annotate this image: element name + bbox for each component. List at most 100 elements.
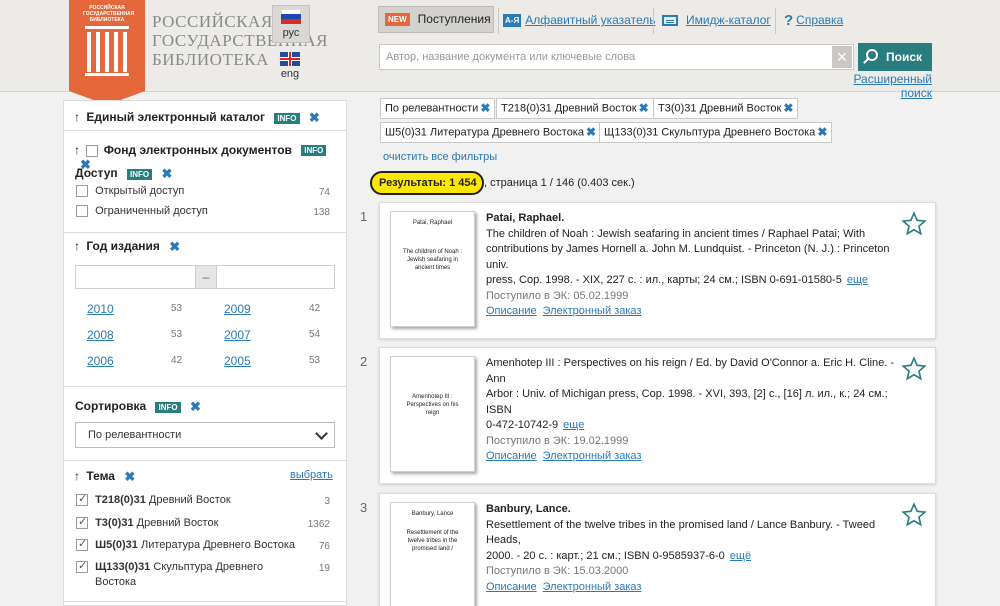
topic-option[interactable]: Т3(0)31 Древний Восток xyxy=(76,515,218,530)
nav-image-catalog[interactable]: Имидж-каталог xyxy=(662,9,771,31)
nav-az-label: Алфавитный указатель xyxy=(525,13,656,27)
star-icon[interactable] xyxy=(901,211,927,237)
star-icon[interactable] xyxy=(901,356,927,382)
az-icon: А-Я xyxy=(503,14,522,28)
year-title[interactable]: ↑ Год издания ✖ xyxy=(74,239,180,255)
more-link[interactable]: ещё xyxy=(730,550,751,562)
info-badge[interactable]: INFO xyxy=(155,401,181,413)
filter-chip-label: Т3(0)31 Древний Восток xyxy=(658,102,782,115)
lang-ru-button[interactable]: рус xyxy=(272,5,310,43)
access-open-option[interactable]: Открытый доступ xyxy=(76,185,184,198)
year-link[interactable]: 2010 xyxy=(87,302,114,316)
filter-chip[interactable]: По релевантности ✖ xyxy=(380,98,496,119)
filter-chip[interactable]: Щ133(0)31 Скульптура Древнего Востока ✖ xyxy=(599,122,833,143)
access-restricted-option[interactable]: Ограниченный доступ xyxy=(76,205,208,218)
results-page-info: , страница 1 / 146 (0.403 сек.) xyxy=(484,177,635,189)
close-icon[interactable]: ✖ xyxy=(190,399,201,415)
nav-new-arrivals[interactable]: NEW Поступления xyxy=(378,6,494,33)
year-to-input[interactable] xyxy=(216,265,335,289)
star-icon[interactable] xyxy=(901,502,927,528)
topic-choose-link[interactable]: выбрать xyxy=(290,469,333,481)
close-icon[interactable]: ✖ xyxy=(586,123,596,142)
access-open-checkbox[interactable] xyxy=(76,185,88,198)
book-cover-thumbnail[interactable]: Amenhotep III : Perspectives on his reig… xyxy=(390,356,475,472)
year-link[interactable]: 2007 xyxy=(224,328,251,342)
book-cover-thumbnail[interactable]: Banbury, Lance Resettlement of the twelv… xyxy=(390,502,475,606)
topic-label: Литература Древнего Востока xyxy=(140,539,296,551)
year-count: 54 xyxy=(309,329,321,340)
year-link[interactable]: 2006 xyxy=(87,354,114,368)
electronic-order-link[interactable]: Электронный заказ xyxy=(543,450,642,462)
result-description-line: Resettlement of the twelve tribes in the… xyxy=(486,518,876,547)
sidebar-divider xyxy=(64,601,346,602)
topic-code: Ш5(0)31 xyxy=(95,539,138,551)
close-icon[interactable]: ✖ xyxy=(817,123,827,142)
filter-chip[interactable]: Ш5(0)31 Литература Древнего Востока ✖ xyxy=(380,122,602,143)
close-icon[interactable]: ✖ xyxy=(309,110,320,126)
description-link[interactable]: Описание xyxy=(486,305,537,317)
search-input[interactable] xyxy=(380,45,832,69)
year-from-input[interactable] xyxy=(75,265,196,289)
nav-divider xyxy=(775,8,776,34)
library-name-line: РОССИЙСКАЯ xyxy=(152,12,273,31)
header: РОССИЙСКАЯ ГОСУДАРСТВЕННАЯ БИБЛИОТЕКА РО… xyxy=(0,0,1000,105)
result-description-line: Amenhotep III : Perspectives on his reig… xyxy=(486,357,895,385)
sort-title: Сортировка INFO ✖ xyxy=(75,399,201,415)
result-card: Amenhotep III : Perspectives on his reig… xyxy=(379,347,936,484)
topic-title[interactable]: ↑ Тема ✖ xyxy=(74,469,135,485)
close-icon[interactable]: ✖ xyxy=(480,99,490,118)
topic-checkbox[interactable] xyxy=(76,492,88,507)
library-logo[interactable]: РОССИЙСКАЯ ГОСУДАРСТВЕННАЯ БИБЛИОТЕКА xyxy=(69,0,145,105)
filter-chip[interactable]: Т3(0)31 Древний Восток ✖ xyxy=(653,98,799,119)
clear-search-button[interactable]: × xyxy=(832,46,852,68)
access-title: Доступ INFO ✖ xyxy=(75,166,172,182)
close-icon[interactable]: ✖ xyxy=(161,166,172,182)
topic-option[interactable]: Ш5(0)31 Литература Древнего Востока xyxy=(76,537,296,552)
book-cover-thumbnail[interactable]: Patai, Raphael The children of Noah : Je… xyxy=(390,211,475,327)
lang-en-button[interactable]: eng xyxy=(272,50,310,86)
year-link[interactable]: 2005 xyxy=(224,354,251,368)
lang-ru-label: рус xyxy=(282,27,300,39)
description-link[interactable]: Описание xyxy=(486,450,537,462)
description-link[interactable]: Описание xyxy=(486,581,537,593)
filter-chip[interactable]: Т218(0)31 Древний Восток ✖ xyxy=(496,98,654,119)
arrow-up-icon: ↑ xyxy=(74,469,80,484)
nav-alphabetic-index[interactable]: А-Я Алфавитный указатель xyxy=(503,9,655,31)
nav-divider xyxy=(498,8,499,34)
result-details: Amenhotep III : Perspectives on his reig… xyxy=(486,356,911,465)
nav-help[interactable]: ? Справка xyxy=(784,9,843,31)
more-link[interactable]: еще xyxy=(563,419,584,431)
electronic-order-link[interactable]: Электронный заказ xyxy=(543,305,642,317)
info-badge[interactable]: INFO xyxy=(274,112,300,124)
info-badge[interactable]: INFO xyxy=(301,145,327,157)
result-number: 2 xyxy=(360,354,368,369)
topic-checkbox[interactable] xyxy=(76,537,88,552)
topic-option[interactable]: Т218(0)31 Древний Восток xyxy=(76,492,231,507)
logo-small-text: РОССИЙСКАЯ ГОСУДАРСТВЕННАЯ БИБЛИОТЕКА xyxy=(83,5,135,23)
topic-option[interactable]: Щ133(0)31 Скульптура Древнего xyxy=(76,559,263,574)
advanced-search-link[interactable]: Расширенный поиск xyxy=(830,72,932,100)
arrow-up-icon: ↑ xyxy=(74,239,80,254)
search-button[interactable]: Поиск xyxy=(858,43,932,71)
year-link[interactable]: 2008 xyxy=(87,328,114,342)
year-link[interactable]: 2009 xyxy=(224,302,251,316)
info-badge[interactable]: INFO xyxy=(126,168,153,180)
close-icon[interactable]: ✖ xyxy=(783,99,793,118)
topic-checkbox[interactable] xyxy=(76,559,88,574)
fund-checkbox[interactable] xyxy=(86,144,99,157)
topic-label-continued: Востока xyxy=(95,576,137,588)
sort-select[interactable]: По релевантности xyxy=(75,422,335,448)
close-icon[interactable]: ✖ xyxy=(169,239,180,255)
chevron-down-icon xyxy=(315,427,328,440)
close-icon[interactable]: ✖ xyxy=(639,99,649,118)
catalog-title[interactable]: ↑ Единый электронный каталог INFO ✖ xyxy=(74,110,320,126)
cover-author: Patai, Raphael xyxy=(412,220,453,226)
library-name[interactable]: РОССИЙСКАЯ ГОСУДАРСТВЕННАЯ БИБЛИОТЕКА xyxy=(152,12,327,69)
topic-checkbox[interactable] xyxy=(76,515,88,530)
access-restricted-checkbox[interactable] xyxy=(76,205,88,218)
more-link[interactable]: еще xyxy=(847,274,868,286)
close-icon[interactable]: ✖ xyxy=(124,469,135,485)
clear-filters-link[interactable]: очистить все фильтры xyxy=(383,151,497,163)
electronic-order-link[interactable]: Электронный заказ xyxy=(543,581,642,593)
result-description-line: 2000. - 20 c. : карт.; 21 см.; ISBN 0-95… xyxy=(486,549,725,562)
